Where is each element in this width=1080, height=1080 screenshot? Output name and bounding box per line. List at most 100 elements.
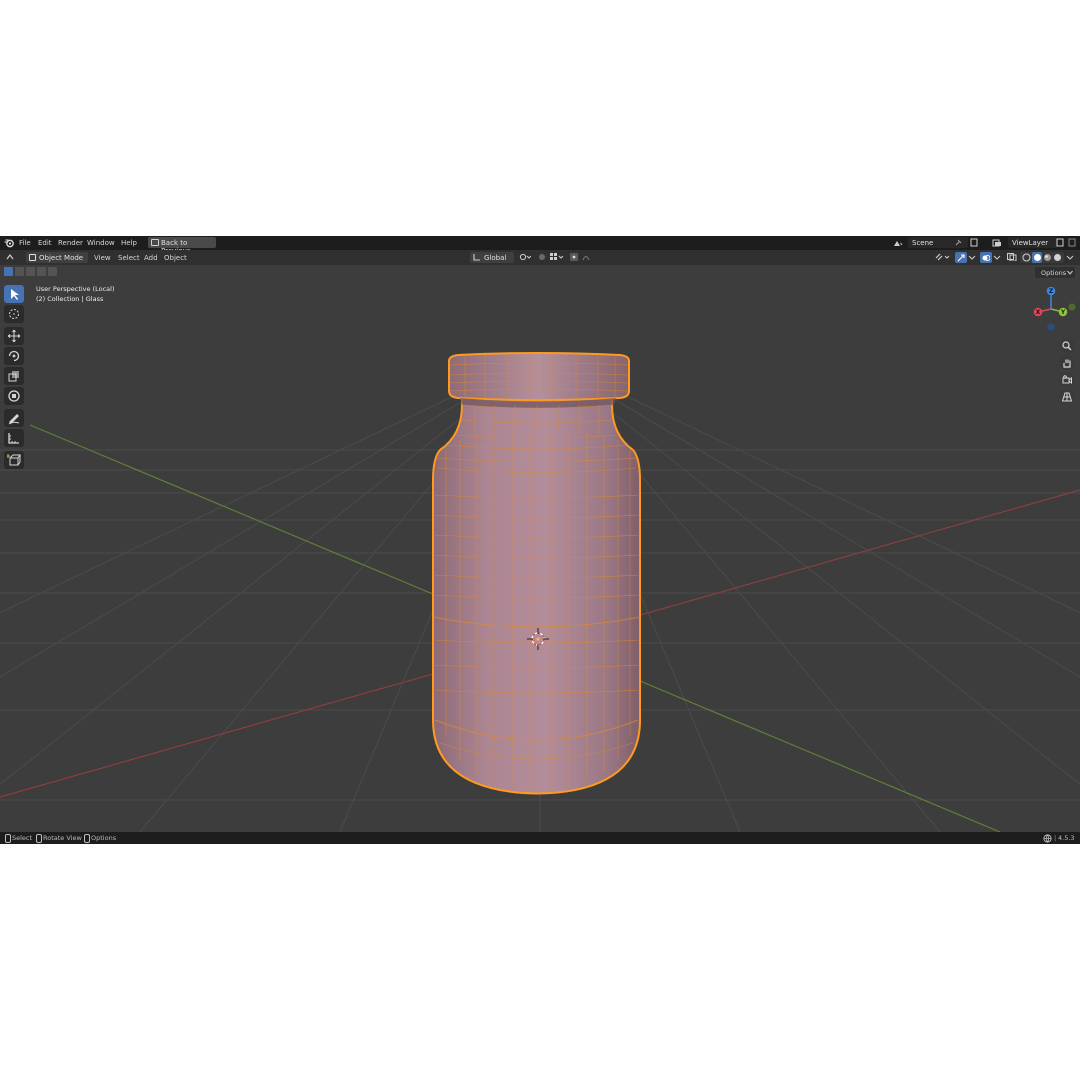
glass-bottle-object[interactable] — [432, 352, 641, 795]
pin-icon[interactable] — [954, 239, 962, 247]
xray-toggle-icon[interactable] — [1007, 253, 1017, 261]
gizmo-y-label: Y — [1060, 309, 1066, 316]
snap-target-icon[interactable] — [550, 253, 564, 261]
viewport-canvas[interactable] — [0, 265, 1080, 832]
shading-mode-switch[interactable] — [1020, 252, 1064, 263]
camera-view-button[interactable] — [1059, 372, 1075, 387]
menu-view[interactable]: View — [94, 254, 111, 262]
move-tool-button[interactable] — [4, 327, 24, 345]
gizmo-x-label: X — [1036, 309, 1041, 316]
pivot-point-icon[interactable] — [519, 253, 531, 261]
transform-tool-button[interactable] — [4, 387, 24, 405]
overlays-icon — [982, 255, 990, 261]
menu-select[interactable]: Select — [118, 254, 140, 262]
chevron-down-icon — [1067, 270, 1073, 275]
gizmo-z-label: Z — [1049, 288, 1054, 295]
shading-dropdown-icon[interactable] — [1066, 253, 1074, 261]
cursor-tool-button[interactable] — [4, 305, 24, 323]
zoom-magnifier-icon — [1062, 341, 1072, 351]
mouse-right-icon — [84, 834, 90, 843]
remove-view-layer-icon[interactable] — [1068, 238, 1077, 247]
status-bar: Select Rotate View Options | 4.5.3 — [0, 832, 1080, 844]
hand-icon — [1063, 359, 1071, 368]
scene-selector[interactable]: Scene — [890, 237, 986, 248]
select-mode-subtract-button[interactable] — [26, 267, 35, 276]
wireframe-shading-icon[interactable] — [1022, 253, 1031, 262]
new-view-layer-icon[interactable] — [1056, 238, 1065, 247]
visibility-selector-icon[interactable] — [935, 253, 951, 261]
status-hint-options: Options — [91, 834, 117, 842]
view-layer-selector[interactable]: ViewLayer — [990, 237, 1078, 248]
menu-file[interactable]: File — [19, 239, 31, 247]
back-to-previous-button[interactable]: Back to Previous — [148, 237, 216, 255]
add-cube-icon — [7, 454, 21, 466]
blender-window: File Edit Render Window Help Back to Pre… — [0, 236, 1080, 844]
mode-selector[interactable]: Object Mode — [26, 252, 88, 263]
move-arrows-icon — [7, 329, 21, 343]
camera-icon — [1062, 375, 1072, 385]
perspective-toggle-button[interactable] — [1059, 389, 1075, 404]
overlays-toggle[interactable] — [980, 252, 992, 263]
select-mode-invert-button[interactable] — [37, 267, 46, 276]
menu-object[interactable]: Object — [164, 254, 187, 262]
mouse-left-icon — [5, 834, 11, 843]
transform-icon — [8, 390, 20, 402]
divider: | — [1054, 834, 1057, 842]
material-shading-icon[interactable] — [1043, 253, 1052, 262]
globe-icon — [1043, 834, 1052, 843]
rendered-shading-icon[interactable] — [1053, 253, 1062, 262]
navigation-gizmo[interactable]: Z Y X — [1030, 285, 1076, 335]
grid-perspective-icon — [1062, 392, 1072, 402]
snap-icon[interactable] — [538, 253, 548, 261]
annotate-pencil-icon — [8, 414, 20, 425]
top-menu-bar: File Edit Render Window Help Back to Pre… — [0, 236, 1080, 255]
proportional-editing-icon[interactable] — [570, 253, 578, 261]
active-collection-label: (2) Collection | Glass — [36, 295, 104, 303]
menu-edit[interactable]: Edit — [38, 239, 52, 247]
select-tool-button[interactable] — [4, 285, 24, 303]
back-screen-icon — [151, 239, 159, 246]
options-dropdown[interactable]: Options — [1035, 267, 1075, 278]
pan-button[interactable] — [1059, 355, 1075, 370]
object-origin — [536, 637, 540, 641]
bottle-cap[interactable] — [448, 352, 630, 401]
menu-render[interactable]: Render — [58, 239, 83, 247]
measure-tool-button[interactable] — [4, 429, 24, 447]
transform-orientation-selector[interactable]: Global — [470, 252, 514, 263]
3d-cursor-icon — [9, 309, 19, 319]
select-mode-set-button[interactable] — [4, 267, 13, 276]
solid-shading-icon — [1033, 254, 1041, 261]
scale-tool-button[interactable] — [4, 367, 24, 385]
view-layer-icon — [992, 239, 1001, 247]
viewport-header: Object Mode View Select Add Object Globa… — [0, 250, 1080, 265]
gizmo-icon — [957, 254, 965, 262]
gizmo-dropdown-icon[interactable] — [968, 253, 976, 261]
viewport-perspective-label: User Perspective (Local) — [36, 285, 115, 293]
mouse-middle-icon — [36, 834, 42, 843]
blender-logo-icon[interactable] — [4, 238, 14, 248]
status-hint-rotate-view: Rotate View — [43, 834, 82, 842]
bottle-body[interactable] — [432, 372, 641, 795]
annotate-tool-button[interactable] — [4, 409, 24, 427]
scale-icon — [8, 371, 19, 382]
falloff-icon[interactable] — [582, 253, 596, 261]
new-scene-icon[interactable] — [970, 238, 979, 247]
rotate-tool-button[interactable] — [4, 347, 24, 365]
add-cube-tool-button[interactable] — [4, 451, 24, 469]
zoom-button[interactable] — [1059, 338, 1075, 353]
overlays-dropdown-icon[interactable] — [993, 253, 1001, 261]
rotate-icon — [8, 350, 20, 362]
object-mode-icon — [29, 254, 36, 261]
select-cursor-icon — [11, 289, 19, 300]
scene-icon — [894, 241, 903, 246]
status-hint-select: Select — [12, 834, 33, 842]
gizmo-toggle[interactable] — [955, 252, 967, 263]
select-mode-extend-button[interactable] — [15, 267, 24, 276]
menu-add[interactable]: Add — [144, 254, 158, 262]
editor-type-icon[interactable] — [6, 253, 14, 261]
menu-window[interactable]: Window — [87, 239, 115, 247]
select-mode-intersect-button[interactable] — [48, 267, 57, 276]
menu-help[interactable]: Help — [121, 239, 137, 247]
blender-version: 4.5.3 — [1058, 834, 1075, 842]
3d-viewport[interactable]: User Perspective (Local) (2) Collection … — [0, 265, 1080, 832]
